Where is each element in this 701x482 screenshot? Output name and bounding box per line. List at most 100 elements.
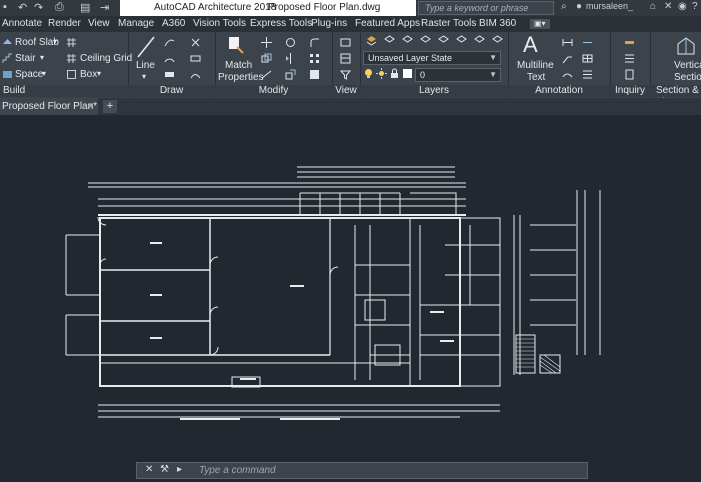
table-icon[interactable]	[582, 53, 593, 64]
ceiling-grid-button[interactable]: Ceiling Grid	[80, 53, 132, 64]
account-icon[interactable]: ◉	[678, 1, 687, 12]
user-name[interactable]: mursaleen_	[586, 1, 633, 11]
polyline-icon[interactable]	[164, 37, 175, 48]
layer-tool-icon[interactable]	[492, 35, 503, 46]
annotation-scale-icon[interactable]	[582, 69, 593, 80]
layer-tool-icon[interactable]	[420, 35, 431, 46]
match-line2[interactable]: Properties	[218, 72, 264, 83]
measure-icon[interactable]	[624, 37, 635, 48]
panel-draw-label[interactable]: Draw	[128, 85, 215, 97]
chevron-down-icon[interactable]: ▾	[40, 53, 44, 62]
save-icon[interactable]: ▪	[3, 1, 7, 13]
view-manager-icon[interactable]	[340, 53, 351, 64]
space-button[interactable]: Space	[15, 69, 43, 80]
close-icon[interactable]: ✕	[145, 464, 153, 475]
multiline-line1[interactable]: Multiline	[517, 60, 554, 71]
workspace-icon[interactable]: ▤	[80, 1, 90, 14]
tab-raster-tools[interactable]: Raster Tools	[421, 18, 476, 29]
tab-view[interactable]: View	[88, 18, 110, 29]
box-button[interactable]: Box	[80, 69, 97, 80]
rectangle-icon[interactable]	[190, 53, 201, 64]
layer-tool-icon[interactable]	[384, 35, 395, 46]
exchange-icon[interactable]: ✕	[664, 1, 672, 12]
tab-a360[interactable]: A360	[162, 18, 185, 29]
fillet-icon[interactable]	[309, 37, 320, 48]
tab-bim-360[interactable]: BIM 360	[479, 18, 516, 29]
arc-icon[interactable]	[164, 53, 175, 64]
layer-tool-icon[interactable]	[474, 35, 485, 46]
tab-vision-tools[interactable]: Vision Tools	[193, 18, 246, 29]
dimension-linear-icon[interactable]	[582, 37, 593, 48]
undo-icon[interactable]: ↶	[18, 1, 27, 14]
stretch-icon[interactable]	[261, 69, 272, 80]
array-icon[interactable]	[309, 53, 320, 64]
panel-build-label[interactable]: Build	[0, 85, 128, 97]
mirror-icon[interactable]	[285, 53, 296, 64]
grid-icon[interactable]	[66, 37, 77, 48]
copy-icon[interactable]	[261, 53, 272, 64]
tab-render[interactable]: Render	[48, 18, 81, 29]
dimension-icon[interactable]	[562, 37, 573, 48]
region-icon[interactable]	[190, 69, 201, 80]
rotate-icon[interactable]	[285, 37, 296, 48]
scale-icon[interactable]	[285, 69, 296, 80]
search-input[interactable]: Type a keyword or phrase	[418, 1, 554, 15]
stair-button[interactable]: Stair	[15, 53, 36, 64]
calculator-icon[interactable]	[624, 69, 635, 80]
lock-icon[interactable]	[389, 68, 400, 79]
share-icon[interactable]: ⇥	[100, 1, 109, 14]
circle-icon[interactable]	[190, 37, 201, 48]
drawing-canvas[interactable]	[0, 115, 701, 479]
move-icon[interactable]	[261, 37, 272, 48]
help-icon[interactable]: ?	[692, 1, 698, 12]
search-icon[interactable]: ⌕	[561, 1, 567, 12]
layer-tool-icon[interactable]	[438, 35, 449, 46]
layer-state-dropdown[interactable]: Unsaved Layer State ▼	[363, 51, 501, 65]
sun-icon[interactable]	[376, 68, 387, 79]
layer-properties-icon[interactable]	[366, 35, 377, 46]
panel-layers-label[interactable]: Layers	[360, 85, 508, 97]
ribbon-options-icon[interactable]: ▣▾	[530, 19, 550, 29]
leader-icon[interactable]	[562, 53, 573, 64]
tab-express-tools[interactable]: Express Tools	[250, 18, 312, 29]
close-icon[interactable]: ×	[88, 98, 94, 115]
view-filter-icon[interactable]	[340, 69, 351, 80]
chevron-down-icon[interactable]: ▾	[97, 69, 101, 78]
list-icon[interactable]	[624, 53, 635, 64]
new-tab-button[interactable]: +	[103, 100, 117, 113]
vertical-line1[interactable]: Vertical	[674, 60, 701, 71]
wrench-icon[interactable]: ⚒	[160, 464, 169, 475]
chevron-down-icon[interactable]: ▾	[142, 72, 146, 81]
current-layer-dropdown[interactable]: 0 ▼	[415, 68, 501, 82]
line-button[interactable]: Line	[136, 60, 155, 71]
tab-featured-apps[interactable]: Featured Apps	[355, 18, 420, 29]
hatch-icon[interactable]	[164, 69, 175, 80]
cart-icon[interactable]: ⌂	[650, 1, 656, 12]
panel-view-label[interactable]: View	[332, 85, 360, 97]
tab-annotate[interactable]: Annotate	[2, 18, 42, 29]
user-icon[interactable]: ●	[576, 1, 582, 12]
command-line[interactable]: ✕ ⚒ ▸ Type a command	[136, 462, 588, 479]
bulb-icon[interactable]	[363, 68, 374, 79]
tab-plug-ins[interactable]: Plug-ins	[311, 18, 347, 29]
match-line1[interactable]: Match	[225, 60, 252, 71]
color-swatch-icon[interactable]	[402, 68, 413, 79]
panel-annotation-label[interactable]: Annotation	[508, 85, 610, 97]
multiline-line2[interactable]: Text	[527, 72, 545, 83]
document-tab-proposed-floor-plan[interactable]: Proposed Floor Plan* ×	[0, 98, 98, 115]
panel-modify-label[interactable]: Modify	[215, 85, 332, 97]
panel-inquiry-label[interactable]: Inquiry	[610, 85, 650, 97]
layer-tool-icon[interactable]	[456, 35, 467, 46]
chevron-down-icon[interactable]: ▾	[42, 69, 46, 78]
vertical-line2[interactable]: Section	[674, 72, 701, 83]
markup-icon[interactable]	[562, 69, 573, 80]
layer-tool-icon[interactable]	[402, 35, 413, 46]
command-input[interactable]: Type a command	[199, 465, 276, 476]
panel-section-label[interactable]: Section & El	[650, 85, 701, 108]
tab-manage[interactable]: Manage	[118, 18, 154, 29]
erase-icon[interactable]	[309, 69, 320, 80]
view-toolbar-icon[interactable]	[340, 37, 351, 48]
chevron-down-icon[interactable]: ▾	[53, 37, 57, 46]
redo-icon[interactable]: ↷	[34, 1, 43, 14]
plot-icon[interactable]: ⎙	[55, 1, 64, 14]
